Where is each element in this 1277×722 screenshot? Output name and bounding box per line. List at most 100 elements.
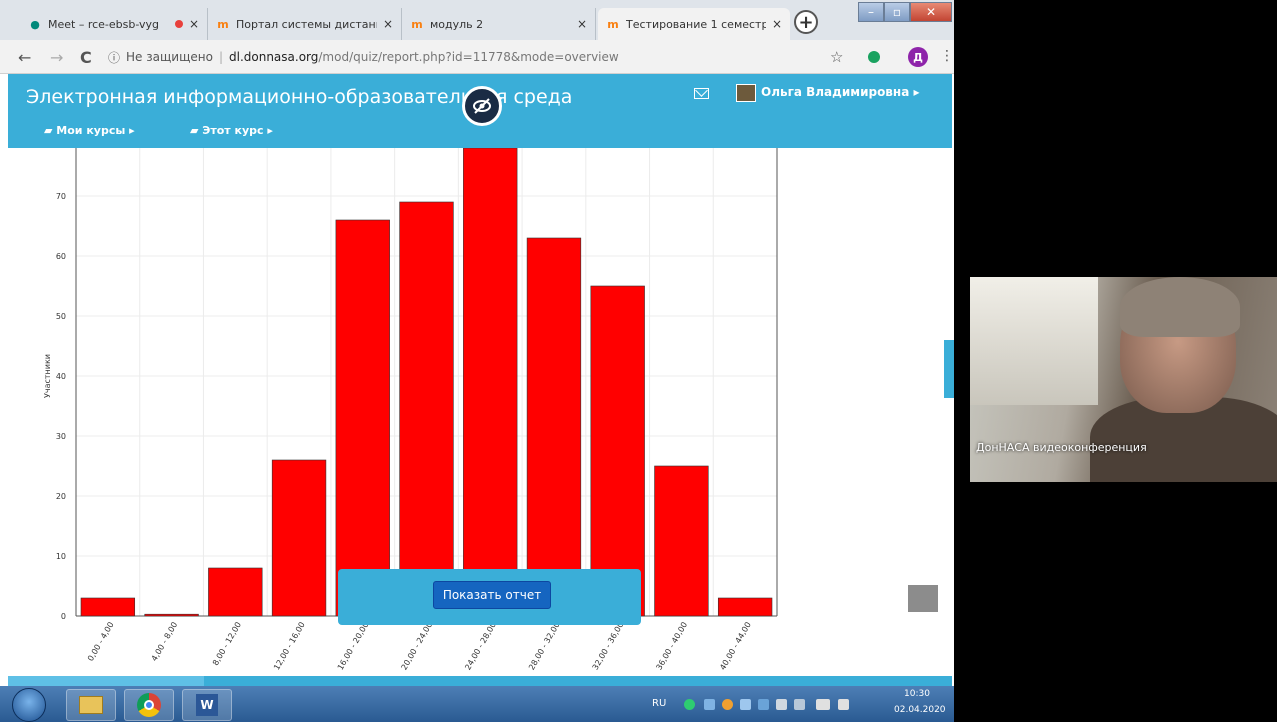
url-path: /mod/quiz/report.php?id=11778&mode=overv… <box>318 50 619 64</box>
device-tray-icon[interactable] <box>794 699 805 710</box>
display-tray-icon[interactable] <box>758 699 769 710</box>
y-tick-label: 60 <box>56 252 66 261</box>
histogram-bar <box>463 148 518 617</box>
x-tick-label: 16,00 - 20,00 <box>336 621 371 672</box>
folder-icon <box>79 696 103 714</box>
network-tray-icon[interactable] <box>704 699 715 710</box>
window-controls: – ▫ ✕ <box>858 2 952 24</box>
chrome-icon <box>137 693 161 717</box>
nav-this-course-label: Этот курс ▸ <box>202 124 273 137</box>
nav-this-course[interactable]: ▰ Этот курс ▸ <box>190 124 273 137</box>
minimize-button[interactable]: – <box>858 2 884 22</box>
taskbar: W RU 10:30 02.04.2020 <box>0 686 954 722</box>
forward-button[interactable]: → <box>50 48 63 67</box>
y-tick-label: 40 <box>56 372 66 381</box>
tab-testing[interactable]: m Тестирование 1 семестр × <box>598 8 790 40</box>
x-tick-label: 20,00 - 24,00 <box>400 621 435 672</box>
reload-button[interactable]: C <box>80 48 92 67</box>
taskbar-explorer[interactable] <box>66 689 116 721</box>
report-panel: Показать отчет <box>338 569 641 625</box>
tab-portal[interactable]: m Портал системы дистанц × <box>208 8 402 40</box>
histogram-bar <box>144 613 199 617</box>
x-tick-label: 4,00 - 8,00 <box>150 621 180 663</box>
tab-title: Meet – rce-ebsb-vyg <box>48 17 160 31</box>
x-tick-label: 0,00 - 4,00 <box>86 621 116 663</box>
side-drawer-tab[interactable] <box>944 340 954 398</box>
user-menu[interactable]: Ольга Владимировна ▸ <box>761 85 920 99</box>
y-tick-label: 30 <box>56 432 66 441</box>
moodle-icon: m <box>607 17 619 31</box>
y-axis-label: Участники <box>43 354 52 398</box>
browser-menu-icon[interactable]: ⋮ <box>940 48 954 64</box>
profile-avatar[interactable]: Д <box>908 47 928 67</box>
tab-strip: ● Meet – rce-ebsb-vyg × m Портал системы… <box>0 0 954 40</box>
address-bar: ← → C ⓘ Не защищено | dl.donnasa.org /mo… <box>0 40 954 74</box>
x-tick-label: 28,00 - 32,00 <box>527 621 562 672</box>
start-button[interactable] <box>12 688 46 722</box>
histogram-bar <box>717 597 773 617</box>
word-icon: W <box>196 694 218 716</box>
video-conference-panel: ДонНАСА видеоконференция <box>970 277 1277 482</box>
x-tick-label: 8,00 - 12,00 <box>211 621 243 668</box>
y-tick-label: 10 <box>56 552 66 561</box>
close-icon[interactable]: × <box>772 17 782 31</box>
histogram-bar <box>399 201 454 617</box>
x-tick-label: 36,00 - 40,00 <box>654 621 689 672</box>
x-tick-label: 32,00 - 36,00 <box>591 621 626 672</box>
horizontal-scrollbar[interactable] <box>8 676 204 686</box>
language-indicator[interactable]: RU <box>652 698 666 709</box>
hide-eye-icon[interactable] <box>462 86 502 126</box>
taskbar-chrome[interactable] <box>124 689 174 721</box>
tab-module[interactable]: m модуль 2 × <box>402 8 596 40</box>
moodle-icon: m <box>411 17 423 31</box>
antivirus-tray-icon[interactable] <box>722 699 733 710</box>
y-tick-label: 50 <box>56 312 66 321</box>
extension-icon[interactable] <box>868 51 880 63</box>
nav-my-courses-label: Мои курсы ▸ <box>56 124 135 137</box>
scroll-handle[interactable] <box>908 585 938 612</box>
moodle-icon: m <box>217 17 229 31</box>
user-avatar[interactable] <box>736 84 756 102</box>
flag-tray-icon[interactable] <box>776 699 787 710</box>
info-icon[interactable]: ⓘ <box>108 49 120 66</box>
page-footer <box>8 676 952 686</box>
close-icon[interactable]: × <box>577 17 587 31</box>
close-icon[interactable]: × <box>189 17 199 31</box>
signal-tray-icon[interactable] <box>816 699 830 710</box>
tab-title: модуль 2 <box>430 17 484 31</box>
url-domain: dl.donnasa.org <box>229 50 319 64</box>
mail-icon[interactable] <box>694 88 709 99</box>
volume-tray-icon[interactable] <box>838 699 849 710</box>
close-icon[interactable]: × <box>383 17 393 31</box>
histogram-bar <box>208 567 263 617</box>
histogram-bar <box>271 459 327 617</box>
tab-meet[interactable]: ● Meet – rce-ebsb-vyg × <box>20 8 208 40</box>
app-tray-icon[interactable] <box>740 699 751 710</box>
briefcase-icon: ▰ <box>44 124 57 137</box>
close-window-button[interactable]: ✕ <box>910 2 952 22</box>
back-button[interactable]: ← <box>18 48 31 67</box>
report-content: 0 10 20 30 40 50 60 70 Участники 0,00 - 4,00 4,00 … <box>8 148 952 676</box>
book-icon: ▰ <box>190 124 203 137</box>
clock-time[interactable]: 10:30 <box>904 689 930 699</box>
bookmark-star-icon[interactable]: ☆ <box>830 48 843 66</box>
taskbar-word[interactable]: W <box>182 689 232 721</box>
histogram-bar <box>590 285 645 617</box>
url-field[interactable]: ⓘ Не защищено | dl.donnasa.org /mod/quiz… <box>108 45 828 69</box>
histogram-bar <box>80 597 136 617</box>
y-tick-label: 70 <box>56 192 66 201</box>
maximize-button[interactable]: ▫ <box>884 2 910 22</box>
clock-date[interactable]: 02.04.2020 <box>894 705 946 715</box>
show-report-button[interactable]: Показать отчет <box>433 581 551 609</box>
new-tab-button[interactable]: + <box>794 10 818 34</box>
histogram-bar <box>526 237 582 617</box>
nav-my-courses[interactable]: ▰ Мои курсы ▸ <box>44 124 135 137</box>
browser-window: ● Meet – rce-ebsb-vyg × m Портал системы… <box>0 0 954 722</box>
x-tick-label: 40,00 - 44,00 <box>718 621 753 672</box>
security-label: Не защищено <box>126 50 213 64</box>
meet-icon: ● <box>30 17 40 31</box>
y-tick-label: 20 <box>56 492 66 501</box>
x-tick-label: 24,00 - 28,00 <box>463 621 498 672</box>
histogram-bar <box>654 465 709 617</box>
meet-tray-icon[interactable] <box>684 699 695 710</box>
